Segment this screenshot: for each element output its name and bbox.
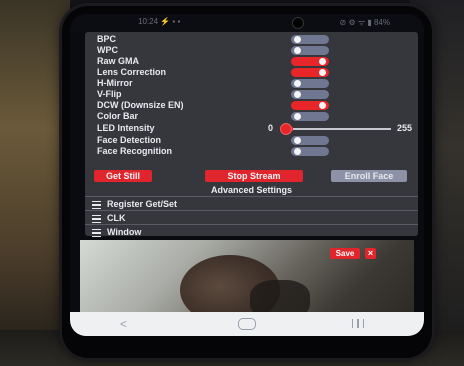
back-icon[interactable]: <	[120, 317, 127, 331]
setting-row-wpc: WPC	[85, 45, 418, 56]
setting-row-bpc: BPC	[85, 34, 418, 45]
setting-label: V-Flip	[97, 89, 122, 99]
setting-row-h-mirror: H-Mirror	[85, 78, 418, 89]
setting-label: H-Mirror	[97, 78, 133, 88]
toggle-knob	[294, 80, 301, 87]
setting-row-v-flip: V-Flip	[85, 89, 418, 100]
background-scene-left	[0, 0, 70, 366]
setting-label: DCW (Downsize EN)	[97, 100, 184, 110]
android-nav-bar: <	[70, 312, 424, 336]
phone-screen: 10:24 ⚡ ▪ ▪ ⊘ ⚙ ᯤ ▮ 84% BPC WPC Raw GMA …	[70, 14, 424, 336]
status-bar-left: 10:24 ⚡ ▪ ▪	[138, 17, 181, 26]
setting-label: BPC	[97, 34, 117, 44]
save-button[interactable]: Save	[330, 248, 360, 259]
status-bar-right: ⊘ ⚙ ᯤ ▮ 84%	[339, 18, 390, 27]
setting-row-face-recognition: Face Recognition	[85, 146, 418, 157]
home-icon[interactable]	[238, 318, 256, 330]
toggle-knob	[294, 148, 301, 155]
hamburger-icon	[92, 201, 101, 209]
setting-label: Color Bar	[97, 111, 139, 121]
setting-label: LED Intensity	[97, 123, 155, 133]
face-recognition-toggle[interactable]	[291, 147, 329, 156]
setting-row-color-bar: Color Bar	[85, 111, 418, 122]
menu-item-window[interactable]: Window	[85, 224, 418, 239]
setting-row-dcw: DCW (Downsize EN)	[85, 100, 418, 111]
enroll-face-button[interactable]: Enroll Face	[331, 170, 407, 182]
toggle-knob	[319, 58, 326, 65]
setting-row-face-detection: Face Detection	[85, 135, 418, 146]
v-flip-toggle[interactable]	[291, 90, 329, 99]
h-mirror-toggle[interactable]	[291, 79, 329, 88]
face-detection-toggle[interactable]	[291, 136, 329, 145]
setting-label: Face Recognition	[97, 146, 173, 156]
recents-icon[interactable]	[352, 319, 364, 328]
toggle-knob	[319, 69, 326, 76]
menu-item-clk[interactable]: CLK	[85, 210, 418, 225]
toggle-knob	[294, 137, 301, 144]
hamburger-icon	[92, 229, 101, 237]
setting-row-led-intensity: LED Intensity 0 255	[85, 123, 418, 134]
close-stream-button[interactable]: ×	[365, 248, 376, 259]
camera-punch-hole	[293, 18, 303, 28]
setting-label: Face Detection	[97, 135, 162, 145]
toggle-knob	[294, 113, 301, 120]
setting-row-lens-correction: Lens Correction	[85, 67, 418, 78]
toggle-knob	[294, 91, 301, 98]
toggle-knob	[319, 102, 326, 109]
led-intensity-slider-thumb[interactable]	[281, 124, 291, 134]
dcw-toggle[interactable]	[291, 101, 329, 110]
setting-label: WPC	[97, 45, 118, 55]
setting-row-raw-gma: Raw GMA	[85, 56, 418, 67]
stop-stream-button[interactable]: Stop Stream	[205, 170, 303, 182]
menu-item-label: CLK	[107, 213, 126, 223]
camera-settings-panel: BPC WPC Raw GMA Lens Correction H-Mirror…	[85, 32, 418, 239]
led-intensity-slider-track[interactable]	[281, 128, 391, 130]
phone-device: 10:24 ⚡ ▪ ▪ ⊘ ⚙ ᯤ ▮ 84% BPC WPC Raw GMA …	[62, 6, 432, 358]
toggle-knob	[294, 36, 301, 43]
slider-max-label: 255	[397, 123, 413, 133]
get-still-button[interactable]: Get Still	[94, 170, 152, 182]
lens-correction-toggle[interactable]	[291, 68, 329, 77]
color-bar-toggle[interactable]	[291, 112, 329, 121]
toggle-knob	[294, 47, 301, 54]
menu-item-register-get-set[interactable]: Register Get/Set	[85, 196, 418, 211]
hamburger-icon	[92, 215, 101, 223]
status-bar: 10:24 ⚡ ▪ ▪ ⊘ ⚙ ᯤ ▮ 84%	[70, 14, 424, 32]
menu-item-label: Window	[107, 227, 142, 237]
menu-item-label: Register Get/Set	[107, 199, 178, 209]
setting-label: Raw GMA	[97, 56, 140, 66]
setting-label: Lens Correction	[97, 67, 167, 77]
advanced-settings-heading: Advanced Settings	[210, 185, 293, 195]
wpc-toggle[interactable]	[291, 46, 329, 55]
slider-min-label: 0	[268, 123, 274, 133]
raw-gma-toggle[interactable]	[291, 57, 329, 66]
bpc-toggle[interactable]	[291, 35, 329, 44]
